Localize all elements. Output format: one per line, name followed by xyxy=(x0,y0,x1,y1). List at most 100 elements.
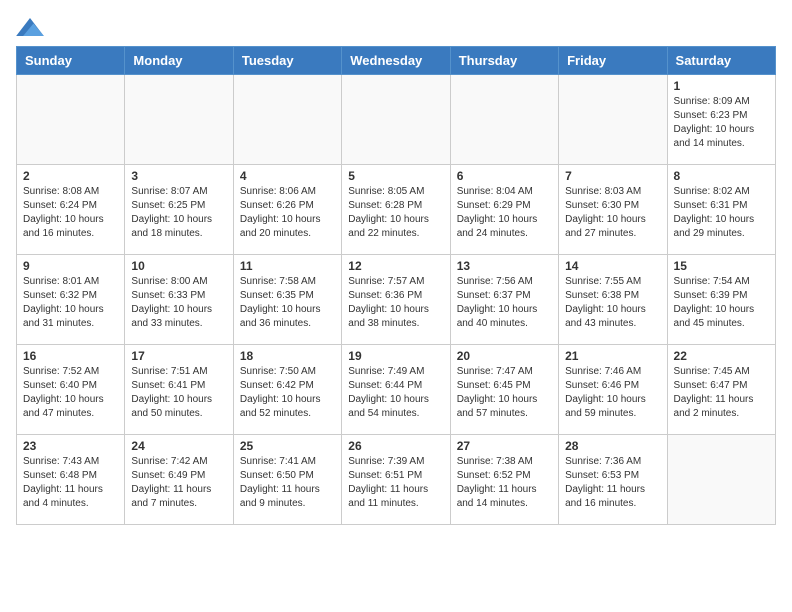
calendar-day-cell: 7 Sunrise: 8:03 AM Sunset: 6:30 PM Daylig… xyxy=(559,165,667,255)
calendar-day-cell: 6 Sunrise: 8:04 AM Sunset: 6:29 PM Daylig… xyxy=(450,165,558,255)
calendar-day-cell xyxy=(559,75,667,165)
calendar-day-cell: 17 Sunrise: 7:51 AM Sunset: 6:41 PM Dayli… xyxy=(125,345,233,435)
calendar-day-cell xyxy=(233,75,341,165)
day-number: 14 xyxy=(565,259,660,273)
day-number: 7 xyxy=(565,169,660,183)
day-info: Sunrise: 8:02 AM Sunset: 6:31 PM Dayligh… xyxy=(674,185,769,241)
calendar-week-row: 2 Sunrise: 8:08 AM Sunset: 6:24 PM Daylig… xyxy=(17,165,776,255)
weekday-header: Wednesday xyxy=(342,47,450,75)
page-header xyxy=(16,16,776,36)
calendar-day-cell: 21 Sunrise: 7:46 AM Sunset: 6:46 PM Dayli… xyxy=(559,345,667,435)
calendar-day-cell: 20 Sunrise: 7:47 AM Sunset: 6:45 PM Dayli… xyxy=(450,345,558,435)
day-info: Sunrise: 8:03 AM Sunset: 6:30 PM Dayligh… xyxy=(565,185,660,241)
calendar-day-cell: 27Sunrise: 7:38 AM Sunset: 6:52 PM Dayli… xyxy=(450,435,558,525)
day-number: 4 xyxy=(240,169,335,183)
weekday-header: Thursday xyxy=(450,47,558,75)
weekday-header: Saturday xyxy=(667,47,775,75)
calendar-day-cell: 19Sunrise: 7:49 AM Sunset: 6:44 PM Dayli… xyxy=(342,345,450,435)
calendar-week-row: 9Sunrise: 8:01 AM Sunset: 6:32 PM Daylig… xyxy=(17,255,776,345)
day-number: 3 xyxy=(131,169,226,183)
calendar-week-row: 16 Sunrise: 7:52 AM Sunset: 6:40 PM Dayli… xyxy=(17,345,776,435)
calendar-day-cell: 5 Sunrise: 8:05 AM Sunset: 6:28 PM Daylig… xyxy=(342,165,450,255)
day-number: 23 xyxy=(23,439,118,453)
weekday-header: Friday xyxy=(559,47,667,75)
logo xyxy=(16,16,48,36)
day-info: Sunrise: 7:51 AM Sunset: 6:41 PM Dayligh… xyxy=(131,365,226,421)
calendar-day-cell xyxy=(17,75,125,165)
day-info: Sunrise: 7:55 AM Sunset: 6:38 PM Dayligh… xyxy=(565,275,660,331)
day-info: Sunrise: 7:50 AM Sunset: 6:42 PM Dayligh… xyxy=(240,365,335,421)
day-info: Sunrise: 8:06 AM Sunset: 6:26 PM Dayligh… xyxy=(240,185,335,241)
calendar-day-cell: 10 Sunrise: 8:00 AM Sunset: 6:33 PM Dayli… xyxy=(125,255,233,345)
day-info: Sunrise: 7:47 AM Sunset: 6:45 PM Dayligh… xyxy=(457,365,552,421)
day-number: 16 xyxy=(23,349,118,363)
day-info: Sunrise: 8:04 AM Sunset: 6:29 PM Dayligh… xyxy=(457,185,552,241)
day-number: 15 xyxy=(674,259,769,273)
calendar-day-cell: 15Sunrise: 7:54 AM Sunset: 6:39 PM Dayli… xyxy=(667,255,775,345)
day-number: 26 xyxy=(348,439,443,453)
day-number: 1 xyxy=(674,79,769,93)
day-number: 22 xyxy=(674,349,769,363)
day-number: 19 xyxy=(348,349,443,363)
day-number: 24 xyxy=(131,439,226,453)
calendar-day-cell xyxy=(342,75,450,165)
day-info: Sunrise: 8:05 AM Sunset: 6:28 PM Dayligh… xyxy=(348,185,443,241)
calendar-day-cell: 8 Sunrise: 8:02 AM Sunset: 6:31 PM Daylig… xyxy=(667,165,775,255)
calendar-day-cell: 28Sunrise: 7:36 AM Sunset: 6:53 PM Dayli… xyxy=(559,435,667,525)
day-info: Sunrise: 7:39 AM Sunset: 6:51 PM Dayligh… xyxy=(348,455,443,511)
day-number: 12 xyxy=(348,259,443,273)
day-number: 18 xyxy=(240,349,335,363)
weekday-header: Monday xyxy=(125,47,233,75)
calendar-header-row: SundayMondayTuesdayWednesdayThursdayFrid… xyxy=(17,47,776,75)
calendar-day-cell: 26 Sunrise: 7:39 AM Sunset: 6:51 PM Dayli… xyxy=(342,435,450,525)
calendar-day-cell: 9Sunrise: 8:01 AM Sunset: 6:32 PM Daylig… xyxy=(17,255,125,345)
calendar-day-cell: 12 Sunrise: 7:57 AM Sunset: 6:36 PM Dayli… xyxy=(342,255,450,345)
calendar-day-cell: 13 Sunrise: 7:56 AM Sunset: 6:37 PM Dayli… xyxy=(450,255,558,345)
calendar-day-cell: 23 Sunrise: 7:43 AM Sunset: 6:48 PM Dayli… xyxy=(17,435,125,525)
day-info: Sunrise: 7:46 AM Sunset: 6:46 PM Dayligh… xyxy=(565,365,660,421)
calendar-day-cell: 14 Sunrise: 7:55 AM Sunset: 6:38 PM Dayli… xyxy=(559,255,667,345)
calendar-week-row: 1 Sunrise: 8:09 AM Sunset: 6:23 PM Daylig… xyxy=(17,75,776,165)
calendar-day-cell: 16 Sunrise: 7:52 AM Sunset: 6:40 PM Dayli… xyxy=(17,345,125,435)
day-number: 11 xyxy=(240,259,335,273)
day-info: Sunrise: 8:09 AM Sunset: 6:23 PM Dayligh… xyxy=(674,95,769,151)
calendar-day-cell xyxy=(450,75,558,165)
day-info: Sunrise: 7:56 AM Sunset: 6:37 PM Dayligh… xyxy=(457,275,552,331)
day-number: 20 xyxy=(457,349,552,363)
calendar-day-cell: 18 Sunrise: 7:50 AM Sunset: 6:42 PM Dayli… xyxy=(233,345,341,435)
day-number: 8 xyxy=(674,169,769,183)
day-info: Sunrise: 7:57 AM Sunset: 6:36 PM Dayligh… xyxy=(348,275,443,331)
day-number: 10 xyxy=(131,259,226,273)
day-info: Sunrise: 7:43 AM Sunset: 6:48 PM Dayligh… xyxy=(23,455,118,511)
day-info: Sunrise: 8:00 AM Sunset: 6:33 PM Dayligh… xyxy=(131,275,226,331)
day-number: 17 xyxy=(131,349,226,363)
day-number: 2 xyxy=(23,169,118,183)
day-info: Sunrise: 7:45 AM Sunset: 6:47 PM Dayligh… xyxy=(674,365,769,421)
day-info: Sunrise: 8:01 AM Sunset: 6:32 PM Dayligh… xyxy=(23,275,118,331)
calendar-day-cell: 1 Sunrise: 8:09 AM Sunset: 6:23 PM Daylig… xyxy=(667,75,775,165)
day-number: 28 xyxy=(565,439,660,453)
calendar-day-cell: 3 Sunrise: 8:07 AM Sunset: 6:25 PM Daylig… xyxy=(125,165,233,255)
day-info: Sunrise: 7:52 AM Sunset: 6:40 PM Dayligh… xyxy=(23,365,118,421)
day-number: 21 xyxy=(565,349,660,363)
day-info: Sunrise: 7:58 AM Sunset: 6:35 PM Dayligh… xyxy=(240,275,335,331)
calendar-day-cell xyxy=(667,435,775,525)
weekday-header: Sunday xyxy=(17,47,125,75)
day-info: Sunrise: 7:38 AM Sunset: 6:52 PM Dayligh… xyxy=(457,455,552,511)
day-info: Sunrise: 8:07 AM Sunset: 6:25 PM Dayligh… xyxy=(131,185,226,241)
logo-icon xyxy=(16,18,44,36)
day-number: 5 xyxy=(348,169,443,183)
calendar-day-cell: 22 Sunrise: 7:45 AM Sunset: 6:47 PM Dayli… xyxy=(667,345,775,435)
day-info: Sunrise: 7:41 AM Sunset: 6:50 PM Dayligh… xyxy=(240,455,335,511)
calendar-day-cell: 11 Sunrise: 7:58 AM Sunset: 6:35 PM Dayli… xyxy=(233,255,341,345)
day-info: Sunrise: 7:42 AM Sunset: 6:49 PM Dayligh… xyxy=(131,455,226,511)
calendar-day-cell: 25 Sunrise: 7:41 AM Sunset: 6:50 PM Dayli… xyxy=(233,435,341,525)
day-info: Sunrise: 8:08 AM Sunset: 6:24 PM Dayligh… xyxy=(23,185,118,241)
calendar-day-cell: 2 Sunrise: 8:08 AM Sunset: 6:24 PM Daylig… xyxy=(17,165,125,255)
calendar-day-cell xyxy=(125,75,233,165)
day-number: 25 xyxy=(240,439,335,453)
calendar-table: SundayMondayTuesdayWednesdayThursdayFrid… xyxy=(16,46,776,525)
calendar-day-cell: 24 Sunrise: 7:42 AM Sunset: 6:49 PM Dayli… xyxy=(125,435,233,525)
day-number: 13 xyxy=(457,259,552,273)
day-number: 6 xyxy=(457,169,552,183)
